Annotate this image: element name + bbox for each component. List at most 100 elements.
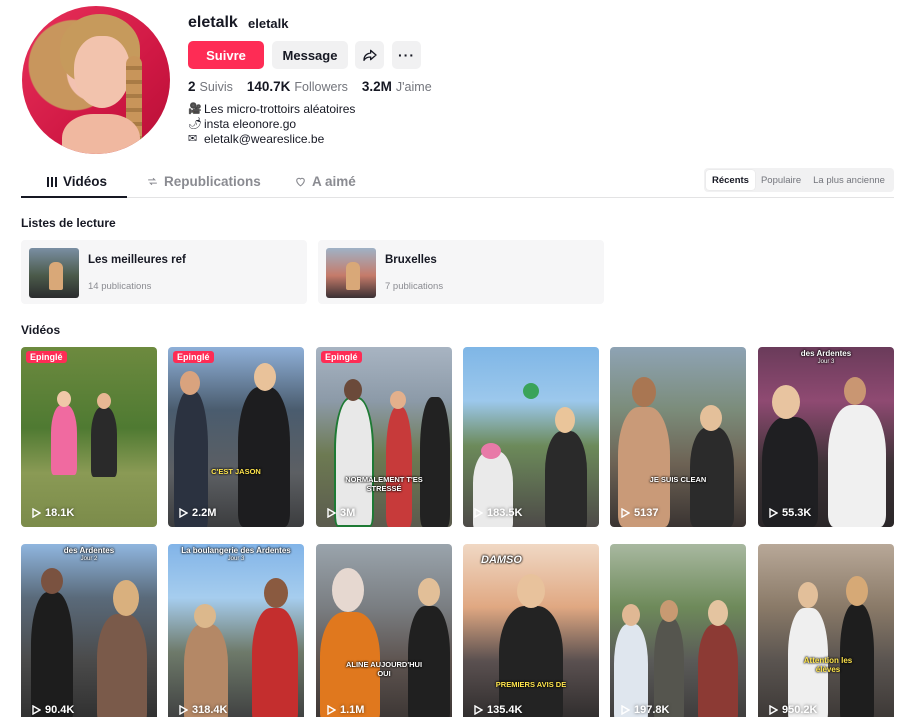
video-card[interactable]: Epinglé 18.1K (21, 347, 157, 527)
video-figure (386, 407, 412, 527)
view-count: 3M (326, 507, 355, 519)
videos-title: Vidéos (21, 323, 61, 337)
play-icon (621, 508, 630, 518)
bio-line: 🌶 insta eleonore.go (188, 117, 297, 131)
view-count: 135.4K (473, 704, 522, 716)
sort-toggle: Récents Populaire La plus ancienne (704, 168, 894, 192)
video-header: DAMSO (481, 554, 522, 566)
playlist-card[interactable]: Les meilleures ref 14 publications (21, 240, 307, 304)
video-caption: JE SUIS CLEAN (649, 475, 707, 484)
repost-icon (148, 177, 157, 186)
video-figure (238, 387, 290, 527)
view-count: 197.8K (620, 704, 669, 716)
profile-nickname: eletalk (248, 16, 289, 31)
play-icon (327, 705, 336, 715)
envelope-icon: ✉ (188, 133, 198, 145)
video-card[interactable]: Attention les élèves 950.2K (758, 544, 894, 717)
bio-line: 🎥 Les micro-trottoirs aléatoires (188, 102, 356, 116)
sort-popular[interactable]: Populaire (755, 170, 807, 190)
video-figure (846, 576, 868, 606)
video-figure (798, 582, 818, 608)
sort-recent[interactable]: Récents (706, 170, 755, 190)
playlists-title: Listes de lecture (21, 216, 116, 230)
playlist-thumbnail (29, 248, 79, 298)
tab-liked[interactable]: A aimé (294, 174, 356, 189)
video-card[interactable]: 183.5K (463, 347, 599, 527)
play-icon (474, 508, 483, 518)
sort-oldest[interactable]: La plus ancienne (807, 170, 891, 190)
view-count: 950.2K (768, 704, 817, 716)
video-figure (660, 600, 678, 622)
video-figure (31, 592, 73, 717)
video-figure (499, 606, 563, 717)
view-count: 183.5K (473, 507, 522, 519)
video-figure (194, 604, 216, 628)
video-card[interactable]: Epinglé NORMALEMENT T'ES STRESSÉ 3M (316, 347, 452, 527)
tab-videos[interactable]: Vidéos (46, 174, 107, 189)
video-card[interactable]: La boulangerie des Ardentes Jour 3 318.4K (168, 544, 304, 717)
view-count: 90.4K (31, 704, 74, 716)
playlist-card[interactable]: Bruxelles 7 publications (318, 240, 604, 304)
more-options-button[interactable]: ··· (392, 41, 421, 69)
video-figure (772, 385, 800, 419)
camera-icon: 🎥 (188, 103, 202, 115)
video-card[interactable]: JE SUIS CLEAN 5137 (610, 347, 746, 527)
video-card[interactable]: des Ardentes Jour 2 90.4K (21, 544, 157, 717)
view-count: 2.2M (178, 507, 216, 519)
play-icon (327, 508, 336, 518)
video-caption: PREMIERS AVIS DE (495, 680, 567, 689)
play-icon (769, 508, 778, 518)
video-figure (254, 363, 276, 391)
video-figure (844, 377, 866, 405)
playlist-title: Les meilleures ref (88, 254, 186, 266)
play-icon (179, 705, 188, 715)
play-icon (474, 705, 483, 715)
video-figure (332, 568, 364, 612)
follow-button[interactable]: Suivre (188, 41, 264, 69)
view-count: 318.4K (178, 704, 227, 716)
playlist-count: 14 publications (88, 281, 152, 292)
pinned-badge: Epinglé (26, 351, 67, 363)
heart-icon (296, 177, 305, 187)
video-figure (180, 371, 200, 395)
video-figure (555, 407, 575, 433)
profile-stats: 2 Suivis 140.7K Followers 3.2M J'aime (188, 79, 432, 94)
playlist-title: Bruxelles (385, 254, 437, 266)
video-figure (91, 407, 117, 477)
stat-following[interactable]: 2 Suivis (188, 79, 233, 94)
video-figure (523, 383, 539, 399)
video-figure (622, 604, 640, 626)
message-button[interactable]: Message (272, 41, 348, 69)
video-figure (97, 393, 111, 409)
share-button[interactable] (355, 41, 384, 69)
stat-likes: 3.2M J'aime (361, 79, 432, 94)
profile-avatar[interactable] (22, 6, 170, 154)
video-caption: C'EST JASON (211, 467, 261, 476)
video-figure (97, 614, 147, 717)
avatar-face (74, 36, 130, 108)
video-figure (708, 600, 728, 626)
video-figure (51, 405, 77, 475)
video-card[interactable]: des Ardentes Jour 3 55.3K (758, 347, 894, 527)
video-figure (418, 578, 440, 606)
video-figure (420, 397, 450, 527)
video-figure (700, 405, 722, 431)
view-count: 5137 (620, 507, 658, 519)
stat-followers[interactable]: 140.7K Followers (247, 79, 348, 94)
profile-username: eletalk (188, 14, 238, 31)
tab-reposts[interactable]: Republications (146, 174, 261, 189)
video-figure (264, 578, 288, 608)
video-header: La boulangerie des Ardentes Jour 3 (181, 546, 291, 562)
video-card[interactable]: 197.8K (610, 544, 746, 717)
grid-icon (47, 176, 57, 187)
pepper-icon: 🌶 (188, 118, 202, 130)
video-header: des Ardentes Jour 2 (63, 546, 115, 562)
video-card[interactable]: Epinglé C'EST JASON 2.2M (168, 347, 304, 527)
video-figure (632, 377, 656, 407)
share-icon (362, 49, 377, 61)
video-figure (252, 608, 298, 717)
video-header: des Ardentes Jour 3 (800, 349, 852, 365)
video-figure (390, 391, 406, 409)
video-card[interactable]: ALINE AUJOURD'HUI OUI 1.1M (316, 544, 452, 717)
video-card[interactable]: DAMSO PREMIERS AVIS DE 135.4K (463, 544, 599, 717)
